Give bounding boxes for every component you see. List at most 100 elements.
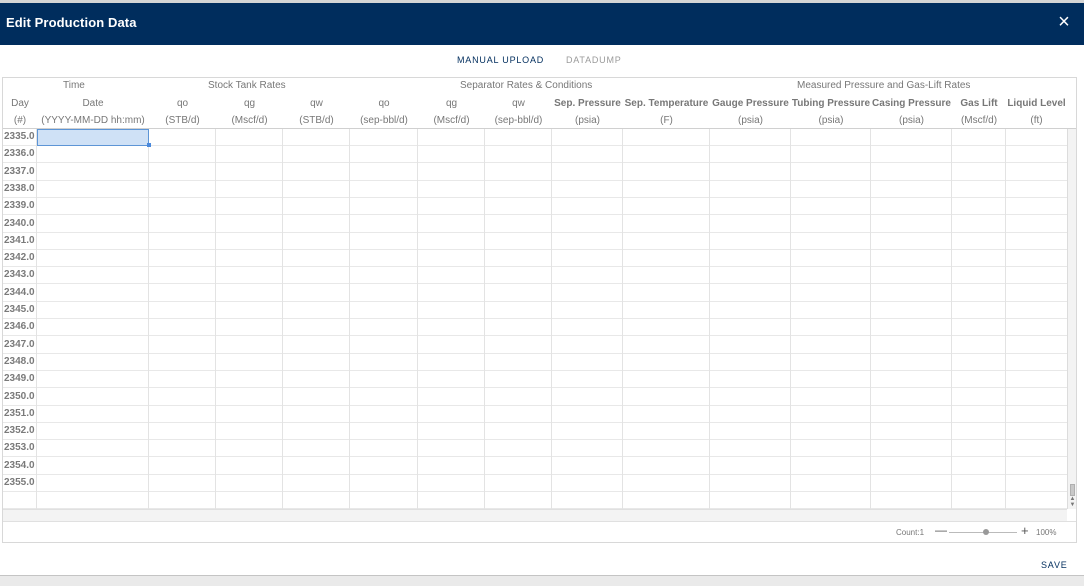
- column-header[interactable]: Sep. Pressure: [552, 98, 623, 109]
- column-divider: [951, 129, 952, 509]
- column-header[interactable]: Tubing Pressure: [791, 98, 871, 109]
- row-number: 2348.0: [4, 355, 35, 367]
- column-unit: (#): [13, 115, 27, 126]
- column-divider: [551, 129, 552, 509]
- column-unit: (Mscf/d): [231, 115, 268, 126]
- row-number: 2345.0: [4, 304, 35, 315]
- column-unit: (F): [660, 115, 673, 126]
- zoom-level: 100%: [1036, 528, 1057, 537]
- zoom-out-icon[interactable]: —: [935, 523, 947, 537]
- vertical-scrollbar[interactable]: ▲ ▼: [1067, 129, 1076, 509]
- column-header[interactable]: Sep. Temperature: [623, 98, 710, 109]
- row-number: 2342.0: [4, 252, 35, 264]
- table-row[interactable]: 2350.0: [3, 389, 1067, 406]
- row-number: 2351.0: [4, 407, 35, 419]
- horizontal-scrollbar[interactable]: [3, 509, 1067, 521]
- column-unit: (psia): [818, 115, 844, 126]
- row-number: 2336.0: [4, 148, 35, 160]
- table-row[interactable]: 2352.0: [3, 423, 1067, 441]
- group-header-measured-pressure: Measured Pressure and Gas-Lift Rates: [797, 80, 971, 91]
- close-icon[interactable]: ×: [1054, 12, 1074, 32]
- table-row[interactable]: 2338.0: [3, 181, 1067, 198]
- column-unit: (psia): [898, 115, 924, 126]
- column-divider: [282, 129, 283, 509]
- row-number: 2346.0: [4, 321, 35, 333]
- column-header[interactable]: Day: [3, 98, 37, 109]
- table-row[interactable]: 2355.0: [3, 475, 1067, 492]
- column-header[interactable]: Gauge Pressure: [710, 98, 791, 109]
- column-unit: (STB/d): [299, 115, 334, 126]
- selected-cell[interactable]: [37, 129, 149, 146]
- table-row[interactable]: 2336.0: [3, 146, 1067, 164]
- column-divider: [215, 129, 216, 509]
- row-number: 2338.0: [4, 182, 35, 194]
- row-number: 2339.0: [4, 200, 35, 212]
- table-row[interactable]: 2342.0: [3, 250, 1067, 268]
- table-row[interactable]: 2346.0: [3, 319, 1067, 337]
- background-app-strip-bottom: [0, 575, 1084, 586]
- tab-manual-upload[interactable]: MANUAL UPLOAD: [457, 55, 544, 65]
- zoom-slider-knob[interactable]: [983, 529, 990, 535]
- column-unit: (sep-bbl/d): [494, 115, 543, 126]
- column-header[interactable]: Casing Pressure: [871, 98, 952, 109]
- row-number: 2343.0: [4, 269, 35, 281]
- table-row[interactable]: 2348.0: [3, 354, 1067, 371]
- table-row[interactable]: 2343.0: [3, 267, 1067, 285]
- table-row[interactable]: 2351.0: [3, 406, 1067, 423]
- tab-bar: MANUAL UPLOAD DATADUMP: [0, 55, 1084, 71]
- row-number: 2352.0: [4, 425, 35, 437]
- column-divider: [36, 129, 37, 509]
- column-divider: [417, 129, 418, 509]
- column-unit: (STB/d): [165, 115, 200, 126]
- table-row[interactable]: 2344.0: [3, 285, 1067, 302]
- table-row[interactable]: 2340.0: [3, 216, 1067, 233]
- table-row[interactable]: 2353.0: [3, 440, 1067, 458]
- table-row[interactable]: 2349.0: [3, 371, 1067, 389]
- row-number: 2354.0: [4, 459, 35, 471]
- fill-handle[interactable]: [147, 143, 151, 147]
- column-unit: (Mscf/d): [960, 115, 998, 126]
- zoom-in-icon[interactable]: +: [1021, 523, 1029, 538]
- column-header[interactable]: qw: [283, 98, 350, 109]
- row-number: 2340.0: [4, 217, 35, 229]
- scroll-down-icon[interactable]: ▼: [1069, 502, 1076, 508]
- column-unit: (psia): [737, 115, 763, 126]
- column-unit: (Mscf/d): [433, 115, 470, 126]
- column-header[interactable]: qg: [418, 98, 485, 109]
- column-unit: (sep-bbl/d): [360, 115, 408, 126]
- row-number: 2344.0: [4, 286, 35, 298]
- edit-production-data-dialog: Edit Production Data × MANUAL UPLOAD DAT…: [0, 3, 1084, 575]
- group-header-stock-tank-rates: Stock Tank Rates: [208, 80, 286, 91]
- table-row[interactable]: 2347.0: [3, 337, 1067, 354]
- column-header[interactable]: qw: [485, 98, 552, 109]
- table-row[interactable]: 2335.0: [3, 129, 1067, 146]
- row-number: 2341.0: [4, 234, 35, 246]
- column-unit: (psia): [574, 115, 600, 126]
- dialog-title: Edit Production Data: [6, 15, 137, 30]
- table-row[interactable]: 2337.0: [3, 164, 1067, 181]
- column-header[interactable]: qo: [350, 98, 418, 109]
- save-button[interactable]: SAVE: [1041, 560, 1068, 570]
- column-header[interactable]: Gas Lift: [952, 98, 1006, 109]
- scrollbar-thumb[interactable]: [1070, 484, 1075, 496]
- grid-body: 2355.0 2354.0 2353.0 2352.0 2351.0 2350.0 2349…: [3, 129, 1067, 509]
- column-header[interactable]: qg: [216, 98, 283, 109]
- tab-datadump[interactable]: DATADUMP: [566, 55, 622, 65]
- column-header[interactable]: qo: [149, 98, 216, 109]
- column-divider: [622, 129, 623, 509]
- table-row[interactable]: 2354.0: [3, 458, 1067, 475]
- table-row-empty[interactable]: [3, 492, 1067, 509]
- column-divider: [870, 129, 871, 509]
- grid-header: Time Stock Tank Rates Separator Rates & …: [3, 78, 1076, 129]
- table-row[interactable]: 2339.0: [3, 198, 1067, 216]
- column-header[interactable]: Date: [37, 98, 149, 109]
- table-row[interactable]: 2345.0: [3, 302, 1067, 319]
- group-header-separator-rates: Separator Rates & Conditions: [460, 80, 593, 91]
- table-row[interactable]: 2341.0: [3, 233, 1067, 250]
- column-divider: [790, 129, 791, 509]
- column-header[interactable]: Liquid Level: [1006, 98, 1067, 109]
- row-number: 2337.0: [4, 165, 35, 177]
- column-unit: (YYYY-MM-DD hh:mm): [41, 115, 145, 126]
- column-divider: [709, 129, 710, 509]
- grid-status-bar: Count:1 — + 100%: [3, 521, 1076, 542]
